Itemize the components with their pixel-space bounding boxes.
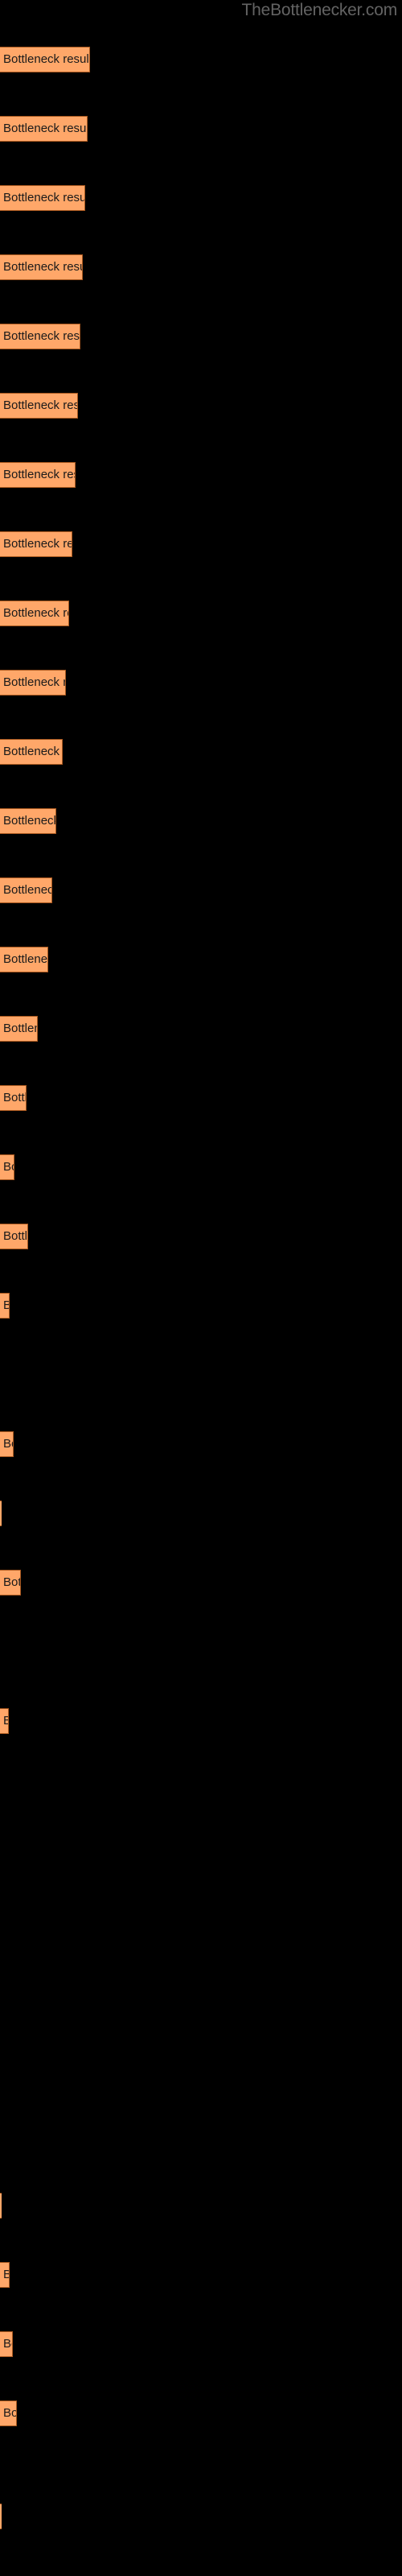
bar-row[interactable]: Bottleneck result — [0, 1431, 14, 1457]
bar-label: Bottleneck result — [3, 883, 51, 897]
bar-row[interactable]: Bottleneck result — [0, 393, 78, 419]
bar-label: Bottleneck result — [3, 1299, 9, 1312]
bar-label: Bottleneck result — [3, 260, 82, 274]
bar-row[interactable]: Bottleneck result — [0, 1293, 10, 1319]
bar-row[interactable]: Bottleneck result — [0, 116, 88, 142]
bar-row[interactable]: Bottleneck result — [0, 185, 85, 211]
bar-row[interactable]: Bottleneck result — [0, 1224, 28, 1249]
bar-row[interactable]: Bottleneck result — [0, 2262, 10, 2288]
bar-row[interactable]: Bottleneck result — [0, 2193, 2, 2219]
bar-label: Bottleneck result — [3, 2268, 9, 2281]
bar-label: Bottleneck result — [3, 1575, 20, 1589]
bar-row[interactable]: Bottleneck result — [0, 531, 72, 557]
bar-label: Bottleneck result — [3, 1160, 14, 1174]
bar-label: Bottleneck result — [3, 537, 72, 551]
bar-row[interactable]: Bottleneck result — [0, 1708, 9, 1734]
bar-label: Bottleneck result — [3, 1715, 8, 1728]
bar-label: Bottleneck result — [3, 398, 78, 412]
bar-row[interactable]: Bottleneck result — [0, 2331, 13, 2357]
bar-label: Bottleneck result — [3, 52, 90, 66]
bar-row[interactable]: Bottleneck result — [0, 808, 56, 834]
bar-label: Bottleneck result — [3, 606, 68, 620]
bar-row[interactable]: Bottleneck result — [0, 1085, 27, 1111]
bar-label: Bottleneck result — [3, 1022, 37, 1035]
bar-row[interactable]: Bottleneck result — [0, 670, 66, 696]
bar-label: Bottleneck result — [3, 814, 56, 828]
bar-row[interactable]: Bottleneck result — [0, 47, 90, 72]
bar-label: Bottleneck result — [3, 745, 62, 758]
bar-row[interactable]: Bottleneck result — [0, 947, 48, 972]
bar-row[interactable]: Bottleneck result — [0, 324, 80, 349]
bar-label: Bottleneck result — [3, 329, 80, 343]
bars-layer: Bottleneck result Bottleneck result Bottle… — [0, 0, 402, 2576]
bar-label: Bottleneck result — [3, 2337, 12, 2351]
bar-row[interactable]: Bottleneck result — [0, 2504, 2, 2529]
bar-label: Bottleneck result — [3, 468, 75, 481]
bar-label: Bottleneck result — [3, 2406, 17, 2420]
bar-label: Bottleneck result — [3, 1229, 28, 1243]
bar-row[interactable]: Bottleneck result — [0, 877, 52, 903]
bar-row[interactable]: Bottleneck result — [0, 1501, 2, 1526]
bar-label: Bottleneck result — [3, 952, 48, 966]
bar-label: Bottleneck result — [3, 675, 65, 689]
bar-row[interactable]: Bottleneck result — [0, 254, 83, 280]
bar-label: Bottleneck result — [3, 122, 88, 135]
bar-label: Bottleneck result — [3, 191, 85, 204]
bar-row[interactable]: Bottleneck result — [0, 1016, 38, 1042]
bar-row[interactable]: Bottleneck result — [0, 462, 76, 488]
bar-label: Bottleneck result — [3, 1091, 27, 1104]
bar-row[interactable]: Bottleneck result — [0, 601, 69, 626]
bar-row[interactable]: Bottleneck result — [0, 739, 63, 765]
bottleneck-bar-chart: TheBottlenecker.com Bottleneck result Bot… — [0, 0, 402, 2576]
bar-row[interactable]: Bottleneck result — [0, 2401, 17, 2426]
bar-label: Bottleneck result — [3, 1437, 13, 1451]
bar-row[interactable]: Bottleneck result — [0, 1570, 21, 1596]
bar-row[interactable]: Bottleneck result — [0, 1154, 14, 1180]
